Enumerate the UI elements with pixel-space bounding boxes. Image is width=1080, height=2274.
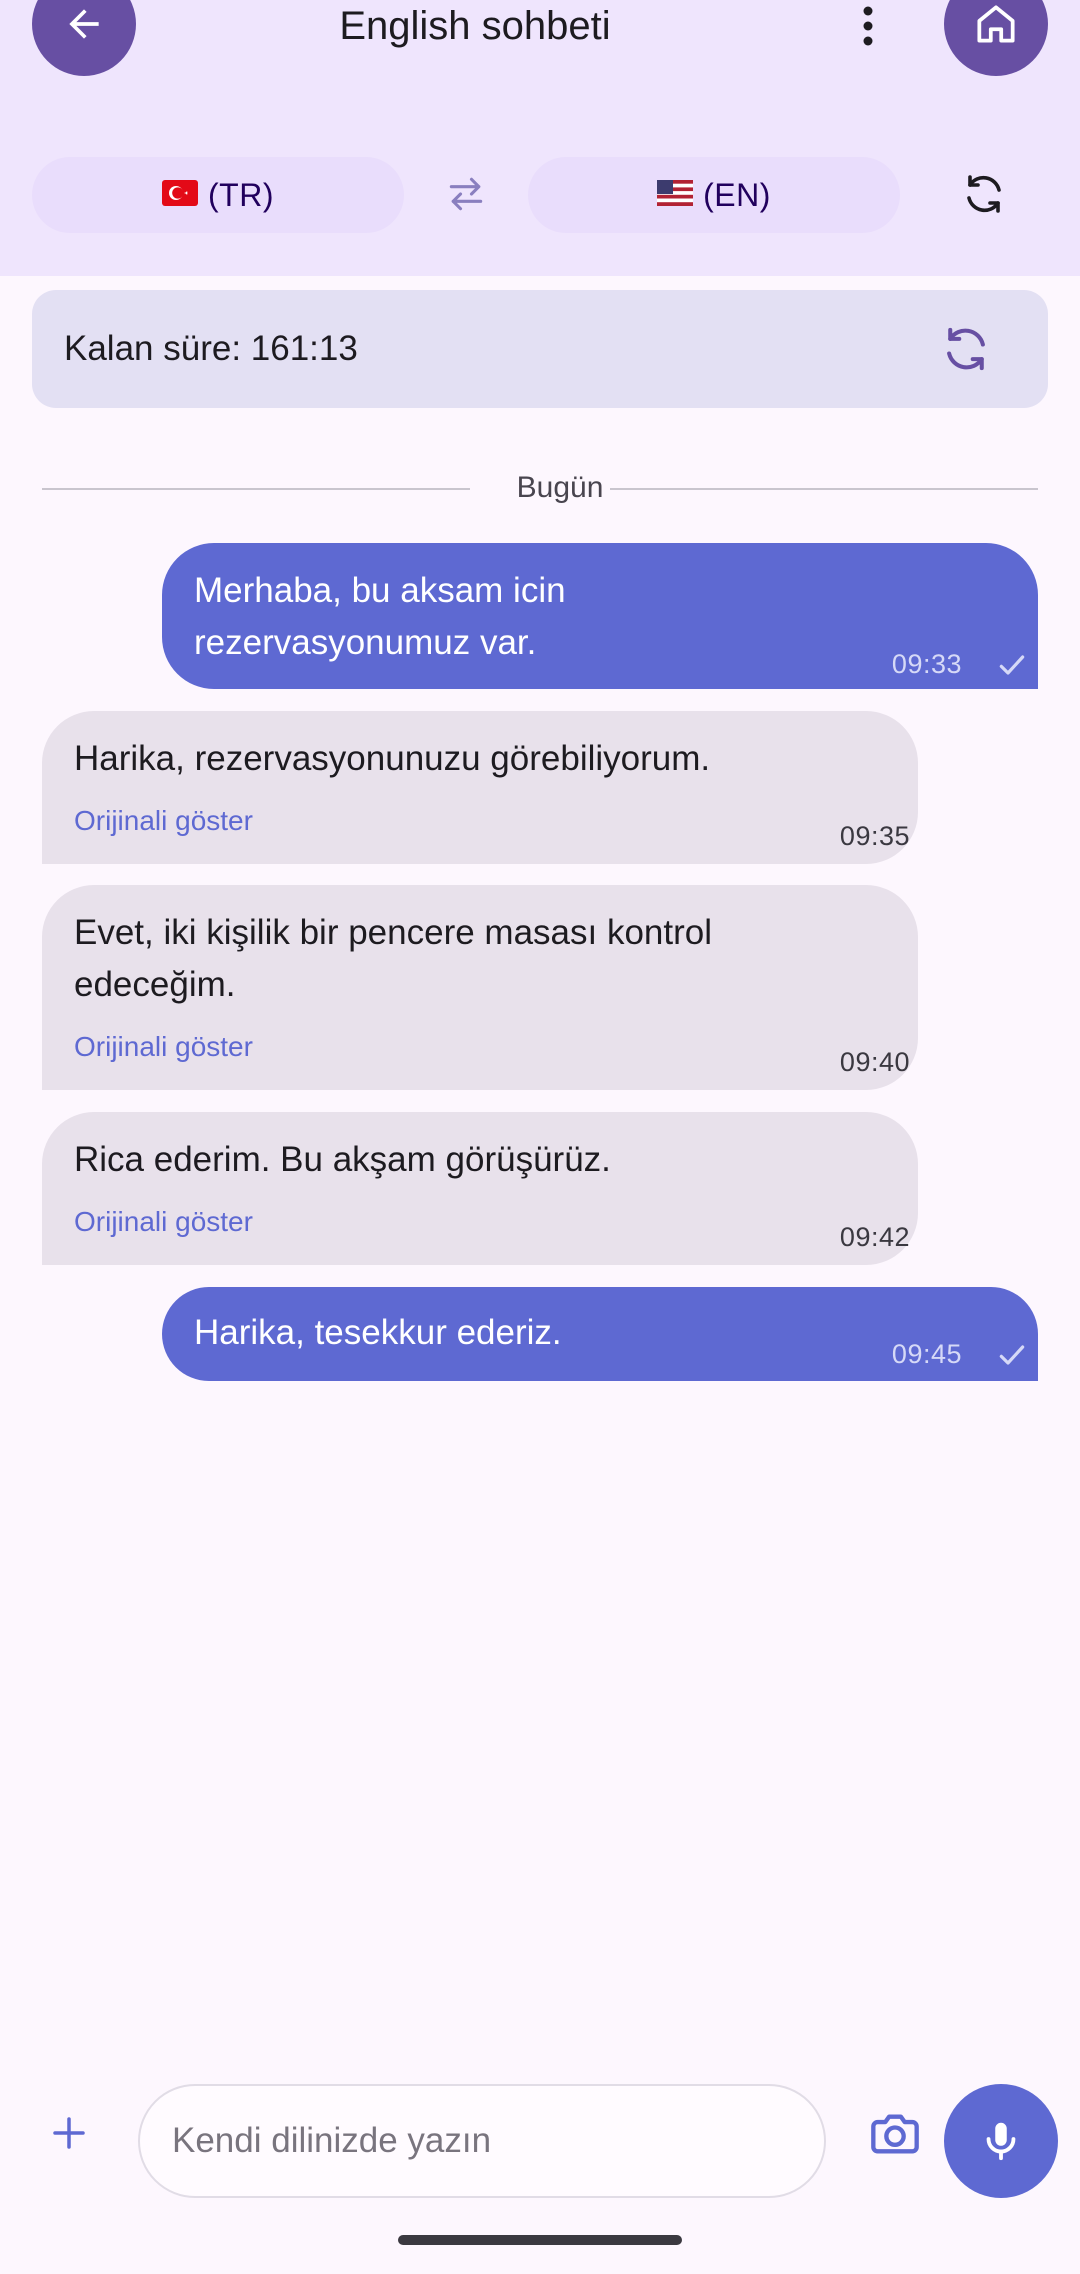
message-input[interactable] — [138, 2084, 826, 2198]
incoming-message[interactable]: Rica ederim. Bu akşam görüşürüz. Orijina… — [42, 1112, 918, 1265]
camera-button[interactable] — [862, 2104, 928, 2164]
remaining-time-card: Kalan süre: 161:13 — [32, 290, 1048, 408]
more-vertical-icon — [863, 6, 873, 46]
back-button[interactable] — [32, 0, 136, 76]
add-attachment-button[interactable] — [40, 2104, 98, 2162]
flag-usa-icon — [657, 180, 694, 206]
target-language-code: (EN) — [703, 176, 771, 213]
outgoing-message[interactable]: Merhaba, bu aksam icin rezervasyonumuz v… — [162, 543, 1038, 689]
timer-refresh-button[interactable] — [936, 319, 996, 379]
show-original-link[interactable]: Orijinali göster — [74, 1206, 253, 1238]
incoming-message[interactable]: Harika, rezervasyonunuzu görebiliyorum. … — [42, 711, 918, 864]
flag-turkey-icon — [162, 180, 199, 206]
message-time: 09:33 — [891, 649, 962, 679]
show-original-link[interactable]: Orijinali göster — [74, 805, 253, 837]
check-icon — [999, 1345, 1025, 1365]
home-button[interactable] — [944, 0, 1048, 76]
message-text: Rica ederim. Bu akşam görüşürüz. — [74, 1140, 611, 1179]
swap-horizontal-icon — [449, 177, 483, 211]
incoming-message[interactable]: Evet, iki kişilik bir pencere masası kon… — [42, 885, 918, 1090]
message-composer — [0, 2070, 1080, 2214]
refresh-button[interactable] — [956, 166, 1012, 222]
home-icon — [977, 5, 1015, 43]
remaining-time-text: Kalan süre: 161:13 — [64, 329, 358, 368]
page-title: English sohbeti — [339, 4, 611, 48]
source-language-selector[interactable]: (TR) — [32, 157, 404, 233]
app-header: English sohbeti (TR) (EN) — [0, 0, 1080, 276]
microphone-button[interactable] — [944, 2084, 1058, 2198]
message-time: 09:40 — [839, 1047, 910, 1077]
divider-line-right — [610, 488, 1038, 490]
more-options-button[interactable] — [844, 0, 892, 52]
date-divider: Bugün — [42, 471, 1038, 504]
message-text: Merhaba, bu aksam icin rezervasyonumuz v… — [194, 571, 566, 662]
source-language-code: (TR) — [208, 176, 274, 213]
divider-line-left — [42, 488, 470, 490]
target-language-selector[interactable]: (EN) — [528, 157, 900, 233]
refresh-icon — [967, 175, 1001, 213]
swap-languages-button[interactable] — [440, 166, 492, 222]
home-indicator[interactable] — [398, 2235, 682, 2245]
outgoing-message[interactable]: Harika, tesekkur ederiz. 09:45 — [162, 1287, 1038, 1381]
message-text: Harika, rezervasyonunuzu görebiliyorum. — [74, 739, 711, 778]
check-icon — [999, 655, 1025, 675]
message-time: 09:35 — [839, 821, 910, 851]
refresh-icon — [947, 327, 985, 371]
microphone-icon — [986, 2122, 1016, 2161]
show-original-link[interactable]: Orijinali göster — [74, 1031, 253, 1063]
message-text: Harika, tesekkur ederiz. — [194, 1313, 562, 1352]
plus-icon — [53, 2117, 85, 2149]
message-time: 09:42 — [839, 1222, 910, 1252]
message-time: 09:45 — [891, 1339, 962, 1369]
arrow-left-icon — [69, 9, 99, 39]
message-text: Evet, iki kişilik bir pencere masası kon… — [74, 913, 712, 1004]
camera-icon — [871, 2114, 919, 2154]
